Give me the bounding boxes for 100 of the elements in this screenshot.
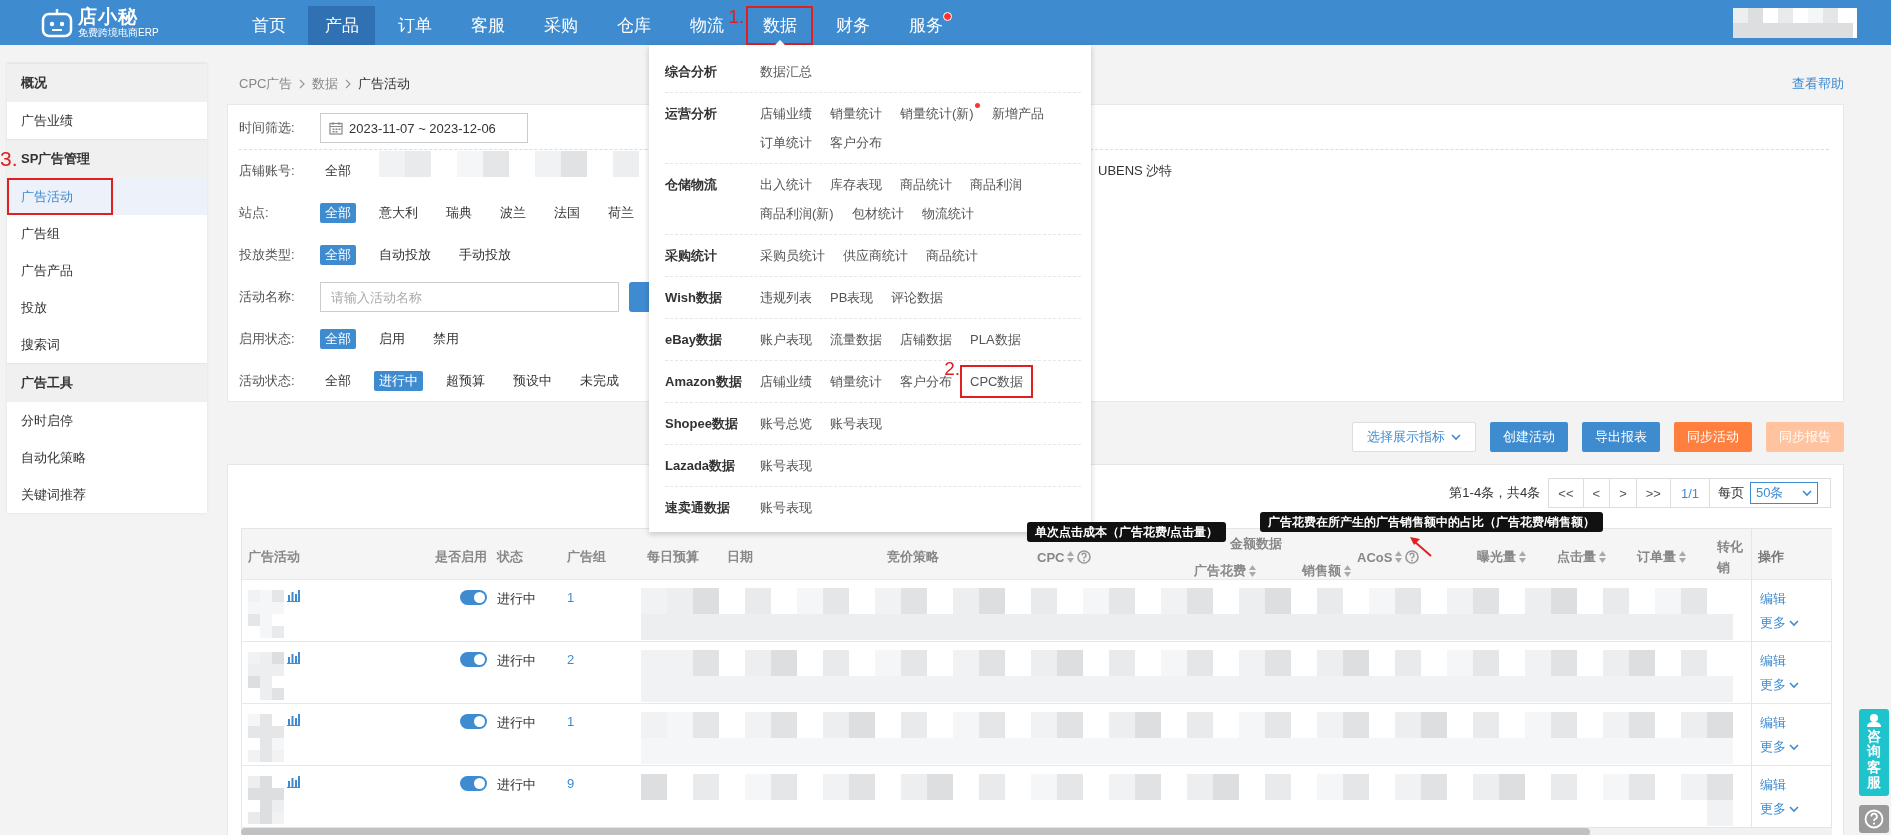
sidebar-item[interactable]: 搜索词 bbox=[7, 326, 207, 363]
sort-icon[interactable] bbox=[1679, 551, 1686, 563]
menu-item[interactable]: 包材统计 bbox=[851, 205, 904, 222]
menu-item[interactable]: 账户表现 bbox=[760, 331, 812, 348]
menu-item[interactable]: CPC数据 bbox=[960, 365, 1034, 398]
filter-option[interactable]: 全部 bbox=[320, 161, 356, 181]
menu-item[interactable]: 流量数据 bbox=[830, 331, 882, 348]
ad-group-count-link[interactable]: 1 bbox=[567, 590, 575, 605]
filter-option[interactable]: 意大利 bbox=[374, 203, 423, 223]
menu-item[interactable]: PB表现 bbox=[830, 289, 874, 306]
nav-tab[interactable]: 数据 bbox=[746, 6, 813, 45]
nav-tab[interactable]: 客服 bbox=[454, 6, 521, 45]
sort-icon[interactable] bbox=[1519, 551, 1526, 563]
filter-option[interactable]: 全部 bbox=[320, 203, 356, 223]
menu-item[interactable]: 销量统计 bbox=[830, 373, 882, 390]
menu-item[interactable]: 出入统计 bbox=[760, 176, 812, 193]
sort-icon[interactable] bbox=[1344, 565, 1351, 577]
edit-link[interactable]: 编辑 bbox=[1760, 590, 1786, 608]
filter-option[interactable]: 预设中 bbox=[508, 371, 557, 391]
metrics-dropdown[interactable]: 选择展示指标 bbox=[1352, 422, 1476, 452]
sidebar-item[interactable]: 自动化策略 bbox=[7, 439, 207, 476]
filter-option[interactable]: 启用 bbox=[374, 329, 410, 349]
nav-tab[interactable]: 采购 bbox=[527, 6, 594, 45]
bar-chart-icon[interactable] bbox=[287, 776, 300, 788]
menu-item[interactable]: 商品利润(新) bbox=[760, 205, 834, 222]
menu-item[interactable]: 库存表现 bbox=[830, 176, 882, 193]
more-link[interactable]: 更多 bbox=[1760, 676, 1799, 694]
help-icon[interactable] bbox=[1077, 550, 1092, 564]
sidebar-item[interactable]: 广告组 bbox=[7, 215, 207, 252]
nav-tab[interactable]: 财务 bbox=[819, 6, 886, 45]
ad-group-count-link[interactable]: 2 bbox=[567, 652, 575, 667]
nav-tab[interactable]: 服务 bbox=[892, 6, 959, 45]
edit-link[interactable]: 编辑 bbox=[1760, 776, 1786, 794]
filter-option[interactable]: 全部 bbox=[320, 371, 356, 391]
help-icon[interactable] bbox=[1405, 550, 1420, 564]
menu-item[interactable]: PLA数据 bbox=[970, 331, 1021, 348]
nav-tab[interactable]: 订单 bbox=[381, 6, 448, 45]
menu-item[interactable]: 销量统计 bbox=[830, 105, 882, 122]
menu-item[interactable]: 供应商统计 bbox=[843, 247, 908, 264]
scrollbar-thumb[interactable] bbox=[241, 828, 1590, 835]
more-link[interactable]: 更多 bbox=[1760, 800, 1799, 818]
sort-icon[interactable] bbox=[1599, 551, 1606, 563]
menu-item[interactable]: 店铺数据 bbox=[900, 331, 952, 348]
menu-item[interactable]: 销量统计(新) bbox=[900, 105, 974, 122]
filter-option[interactable]: 法国 bbox=[549, 203, 585, 223]
menu-item[interactable]: 商品统计 bbox=[900, 176, 952, 193]
filter-option[interactable]: 瑞典 bbox=[441, 203, 477, 223]
nav-tab[interactable]: 产品 bbox=[308, 6, 375, 45]
ad-group-count-link[interactable]: 1 bbox=[567, 714, 575, 729]
ad-group-count-link[interactable]: 9 bbox=[567, 776, 575, 791]
bar-chart-icon[interactable] bbox=[287, 590, 300, 602]
sidebar-item[interactable]: 广告业绩 bbox=[7, 102, 207, 139]
menu-item[interactable]: 采购员统计 bbox=[760, 247, 825, 264]
filter-option[interactable]: 未完成 bbox=[575, 371, 624, 391]
toolbar-button[interactable]: 创建活动 bbox=[1490, 422, 1568, 452]
bar-chart-icon[interactable] bbox=[287, 714, 300, 726]
toggle-switch[interactable] bbox=[460, 590, 487, 605]
menu-item[interactable]: 账号表现 bbox=[760, 457, 812, 474]
campaign-name-field[interactable]: 请输入活动名称 bbox=[320, 282, 619, 312]
sidebar-item[interactable]: 分时启停 bbox=[7, 402, 207, 439]
sort-icon[interactable] bbox=[1395, 551, 1403, 563]
filter-option[interactable]: 禁用 bbox=[428, 329, 464, 349]
filter-option[interactable]: 超预算 bbox=[441, 371, 490, 391]
menu-item[interactable]: 客户分布 bbox=[830, 134, 882, 151]
menu-item[interactable]: 商品统计 bbox=[926, 247, 978, 264]
nav-tab[interactable]: 首页 bbox=[235, 6, 302, 45]
sidebar-item[interactable]: 广告产品 bbox=[7, 252, 207, 289]
filter-option[interactable]: 全部 bbox=[320, 329, 356, 349]
date-range-field[interactable]: 2023-11-07 ~ 2023-12-06 bbox=[320, 113, 528, 143]
menu-item[interactable]: 物流统计 bbox=[921, 205, 974, 222]
page-size-select[interactable]: 50条 bbox=[1750, 482, 1818, 504]
filter-option[interactable]: 手动投放 bbox=[454, 245, 516, 265]
filter-option[interactable]: 自动投放 bbox=[374, 245, 436, 265]
menu-item[interactable]: 订单统计 bbox=[760, 134, 812, 151]
filter-option[interactable]: 波兰 bbox=[495, 203, 531, 223]
menu-item[interactable]: 店铺业绩 bbox=[760, 373, 812, 390]
more-link[interactable]: 更多 bbox=[1760, 738, 1799, 756]
sort-icon[interactable] bbox=[1067, 551, 1075, 563]
toggle-switch[interactable] bbox=[460, 714, 487, 729]
menu-item[interactable]: 新增产品 bbox=[991, 105, 1044, 122]
filter-option[interactable]: 全部 bbox=[320, 245, 356, 265]
horizontal-scrollbar[interactable] bbox=[241, 828, 1832, 835]
bar-chart-icon[interactable] bbox=[287, 652, 300, 664]
sidebar-item[interactable]: 投放 bbox=[7, 289, 207, 326]
menu-item[interactable]: 商品利润 bbox=[970, 176, 1022, 193]
filter-option[interactable]: 荷兰 bbox=[603, 203, 639, 223]
menu-item[interactable]: 店铺业绩 bbox=[760, 105, 812, 122]
filter-option[interactable]: 进行中 bbox=[374, 371, 423, 391]
sort-icon[interactable] bbox=[1249, 565, 1256, 577]
sidebar-item[interactable]: 关键词推荐 bbox=[7, 476, 207, 513]
help-button[interactable] bbox=[1859, 805, 1889, 833]
menu-item[interactable]: 违规列表 bbox=[760, 289, 812, 306]
toggle-switch[interactable] bbox=[460, 776, 487, 791]
edit-link[interactable]: 编辑 bbox=[1760, 714, 1786, 732]
edit-link[interactable]: 编辑 bbox=[1760, 652, 1786, 670]
menu-item[interactable]: 账号总览 bbox=[760, 415, 812, 432]
toggle-switch[interactable] bbox=[460, 652, 487, 667]
menu-item[interactable]: 评论数据 bbox=[891, 289, 944, 306]
menu-item[interactable]: 账号表现 bbox=[830, 415, 882, 432]
more-link[interactable]: 更多 bbox=[1760, 614, 1799, 632]
